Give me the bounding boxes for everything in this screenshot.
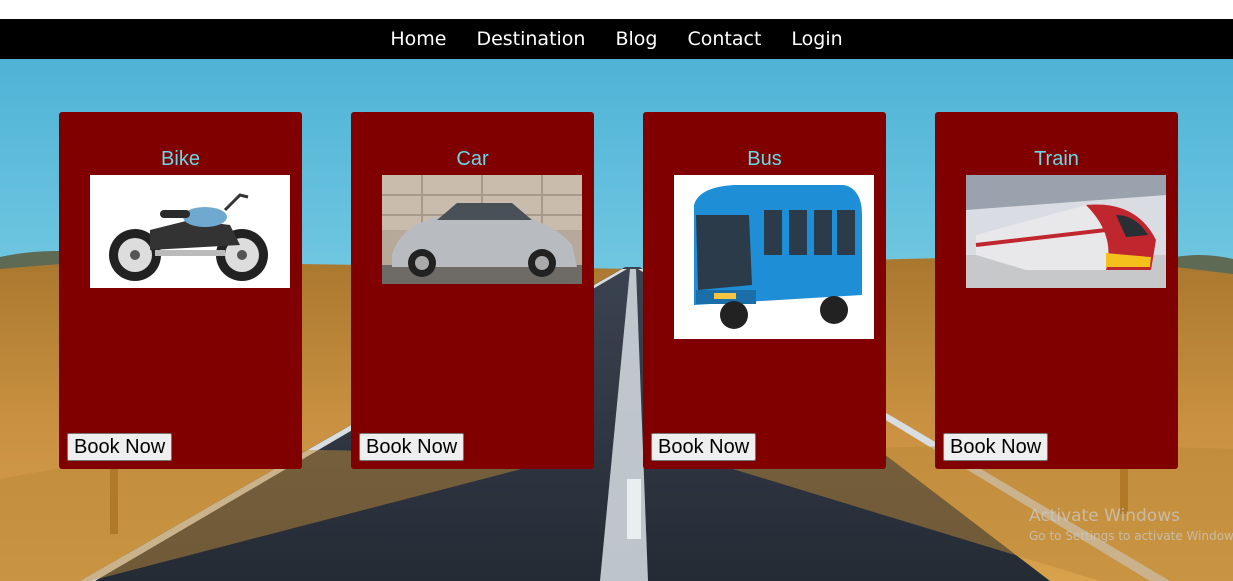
activate-windows-watermark: Activate Windows Go to Settings to activ… — [1029, 506, 1233, 543]
train-book-now-button[interactable]: Book Now — [943, 433, 1049, 461]
watermark-title: Activate Windows — [1029, 506, 1180, 526]
nav-destination-link[interactable]: Destination — [476, 28, 585, 50]
train-card: Train Book Now — [935, 112, 1178, 469]
motorcycle-photo — [90, 175, 290, 288]
nav-home-link[interactable]: Home — [390, 28, 446, 50]
car-card-title: Car — [456, 148, 489, 170]
car-card: Car Book Now — [351, 112, 594, 469]
train-photo — [966, 175, 1166, 288]
top-white-strip — [0, 0, 1233, 19]
nav-blog-link[interactable]: Blog — [615, 28, 657, 50]
car-photo — [382, 175, 582, 284]
bus-card-title: Bus — [747, 148, 782, 170]
train-card-title: Train — [1034, 148, 1079, 170]
bus-photo — [674, 175, 874, 339]
watermark-subtitle: Go to Settings to activate Windows. — [1029, 529, 1233, 543]
bus-card: Bus Book Now — [643, 112, 886, 469]
bus-book-now-button[interactable]: Book Now — [651, 433, 757, 461]
bike-card-title: Bike — [161, 148, 200, 170]
nav-contact-link[interactable]: Contact — [687, 28, 761, 50]
bike-card: Bike Book Now — [59, 112, 302, 469]
top-navbar: Home Destination Blog Contact Login — [0, 19, 1233, 59]
car-book-now-button[interactable]: Book Now — [359, 433, 465, 461]
nav-login-link[interactable]: Login — [791, 28, 842, 50]
bike-book-now-button[interactable]: Book Now — [67, 433, 173, 461]
